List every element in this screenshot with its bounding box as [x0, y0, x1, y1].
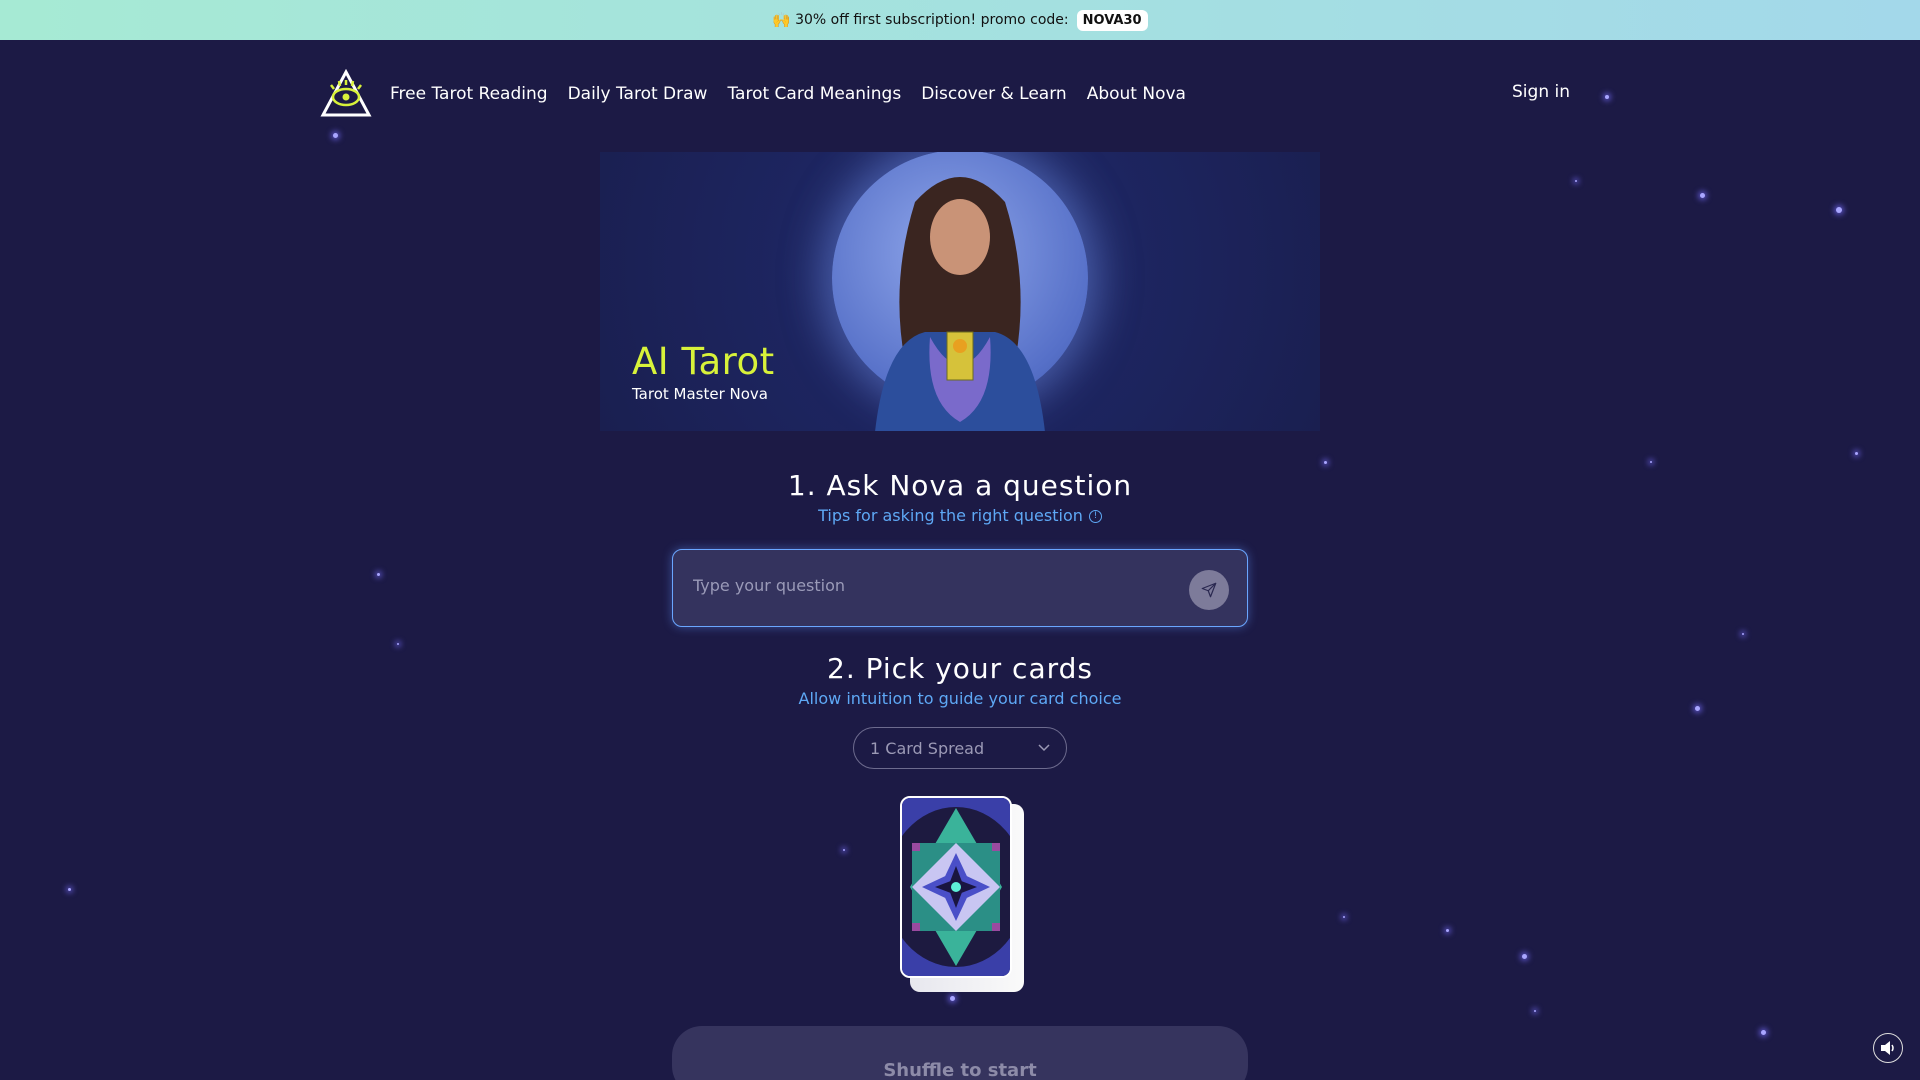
nav-tarot-card-meanings[interactable]: Tarot Card Meanings [727, 84, 901, 104]
star [397, 643, 399, 645]
star [1324, 461, 1327, 464]
star [1534, 1010, 1536, 1012]
banner-text: AI Tarot Tarot Master Nova [632, 340, 775, 403]
eye-pyramid-logo[interactable] [320, 69, 372, 119]
star [1836, 207, 1842, 213]
promo-code[interactable]: NOVA30 [1076, 9, 1148, 31]
nav-daily-tarot-draw[interactable]: Daily Tarot Draw [568, 84, 708, 104]
star [1700, 193, 1705, 198]
step2-title: 2. Pick your cards [827, 652, 1093, 685]
spread-select-value: 1 Card Spread [870, 738, 985, 758]
sound-toggle-button[interactable] [1873, 1033, 1903, 1063]
star [333, 133, 338, 138]
star [1605, 95, 1609, 99]
speaker-icon [1881, 1041, 1894, 1055]
raised-hands-icon: 🙌 [772, 11, 792, 29]
nav-about-nova[interactable]: About Nova [1087, 84, 1186, 104]
step2-header: 2. Pick your cards Allow intuition to gu… [0, 652, 1920, 708]
tarot-master-nova-image [875, 177, 1045, 431]
question-input[interactable] [693, 570, 1153, 600]
nav-free-tarot-reading[interactable]: Free Tarot Reading [390, 84, 548, 104]
spread-select[interactable]: 1 Card Spread [853, 727, 1067, 769]
star [1855, 452, 1858, 455]
nav-discover-learn[interactable]: Discover & Learn [921, 84, 1067, 104]
star [1343, 916, 1345, 918]
hero-banner: AI Tarot Tarot Master Nova [600, 152, 1320, 431]
card-deck[interactable] [900, 796, 1024, 992]
star [843, 849, 845, 851]
card-back [900, 796, 1012, 978]
star [1761, 1030, 1766, 1035]
info-icon[interactable]: ! [1088, 510, 1102, 523]
card-back-pattern-icon [902, 798, 1010, 976]
sign-in-link[interactable]: Sign in [1512, 82, 1570, 102]
main-nav: Free Tarot Reading Daily Tarot Draw Taro… [320, 68, 1600, 120]
promo-bar: 🙌 30% off first subscription! promo code… [0, 0, 1920, 40]
star [1522, 954, 1527, 959]
tips-label: Tips for asking the right question [818, 506, 1083, 525]
tips-link[interactable]: Tips for asking the right question! [0, 506, 1920, 525]
promo-text: 30% off first subscription! promo code: [795, 12, 1069, 28]
star [68, 888, 71, 891]
star [1575, 180, 1577, 182]
banner-subtitle: Tarot Master Nova [632, 385, 768, 403]
shuffle-button[interactable]: Shuffle to start [672, 1026, 1248, 1080]
chevron-down-icon [1038, 744, 1050, 752]
step2-subtitle: Allow intuition to guide your card choic… [798, 689, 1122, 708]
star [1742, 633, 1744, 635]
star [1650, 461, 1652, 463]
send-icon [1201, 582, 1217, 598]
star [950, 996, 955, 1001]
star [377, 573, 380, 576]
star [1446, 929, 1449, 932]
send-button[interactable] [1189, 570, 1229, 610]
question-box [672, 549, 1248, 627]
banner-title: AI Tarot [632, 340, 775, 383]
step1-header: 1. Ask Nova a question Tips for asking t… [0, 469, 1920, 525]
step1-title: 1. Ask Nova a question [787, 469, 1133, 502]
